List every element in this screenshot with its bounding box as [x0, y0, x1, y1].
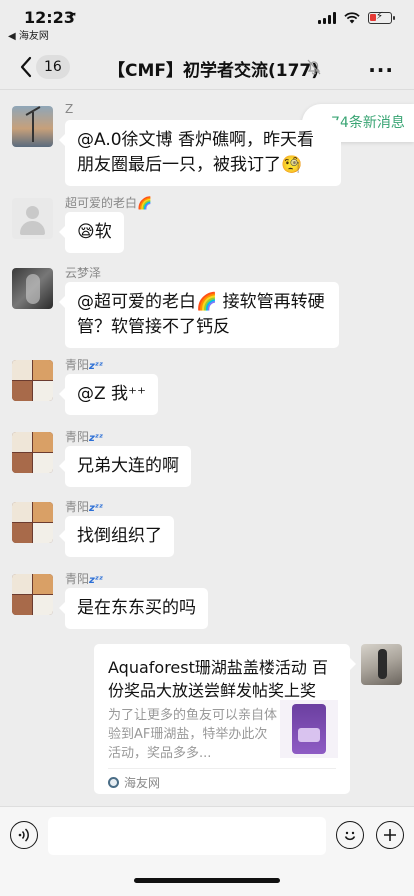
- new-messages-text: 74条新消息: [331, 115, 405, 131]
- sender-name: 青阳zᶻᶻ: [65, 500, 104, 514]
- source-logo-icon: [108, 777, 119, 788]
- avatar[interactable]: [12, 268, 53, 309]
- sender-name: 超可爱的老白🌈: [65, 196, 152, 210]
- link-card-description: 为了让更多的鱼友可以亲自体验到AF珊湖盐，特举办此次活动，奖品多多...: [108, 708, 278, 761]
- avatar[interactable]: [12, 360, 53, 401]
- message-bubble[interactable]: 😪软: [59, 212, 124, 253]
- link-card-source: 海友网: [108, 774, 160, 791]
- mute-bell-icon: [307, 59, 321, 75]
- link-card-source-name: 海友网: [124, 776, 161, 790]
- back-to-app-link[interactable]: ◀ 海友网: [8, 27, 49, 42]
- location-arrow-icon: ➚: [68, 9, 78, 22]
- divider: [108, 768, 336, 769]
- link-card-title: Aquaforest珊湖盐盖楼活动 百份奖品大放送尝鲜发帖奖上奖: [108, 658, 328, 700]
- avatar[interactable]: [12, 198, 53, 239]
- voice-icon[interactable]: [10, 821, 38, 849]
- chat-nav-bar: 16 【CMF】初学者交流(177) ···: [0, 44, 414, 90]
- plus-icon[interactable]: [376, 821, 404, 849]
- sleep-zzz-icon: zᶻᶻ: [89, 503, 104, 514]
- avatar[interactable]: [12, 574, 53, 615]
- sender-name: 青阳zᶻᶻ: [65, 430, 104, 444]
- message-bubble[interactable]: @A.0徐文博 香炉礁啊，昨天看朋友圈最后一只，被我订了🧐: [59, 120, 341, 186]
- battery-icon: ⚡: [368, 11, 395, 24]
- message-bubble[interactable]: 找倒组织了: [59, 516, 174, 557]
- home-indicator[interactable]: [134, 878, 280, 883]
- avatar[interactable]: [12, 432, 53, 473]
- wifi-icon: [344, 12, 360, 24]
- sleep-zzz-icon: zᶻᶻ: [89, 575, 104, 586]
- avatar[interactable]: [12, 502, 53, 543]
- sender-name: 青阳zᶻᶻ: [65, 358, 104, 372]
- cellular-signal-icon: [318, 12, 336, 24]
- unread-count-badge[interactable]: 16: [36, 55, 70, 79]
- message-bubble[interactable]: 是在东东买的吗: [59, 588, 208, 629]
- message-bubble[interactable]: @超可爱的老白🌈 接软管再转硬管？软管接不了钙反: [59, 282, 339, 348]
- link-card-thumbnail: [280, 700, 338, 758]
- chat-title: 【CMF】初学者交流(177): [108, 61, 320, 81]
- emoji-icon[interactable]: [336, 821, 364, 849]
- avatar[interactable]: [12, 106, 53, 147]
- more-options-icon[interactable]: ···: [368, 58, 394, 82]
- salt-bag-image: [292, 704, 326, 754]
- sender-name: 云梦泽: [65, 266, 102, 280]
- sleep-zzz-icon: zᶻᶻ: [89, 361, 104, 372]
- status-bar: 12:23 ➚ ◀ 海友网 ⚡: [0, 0, 414, 44]
- message-bubble[interactable]: @Z 我⁺⁺: [59, 374, 158, 415]
- message-input[interactable]: [48, 817, 326, 855]
- self-avatar[interactable]: [361, 644, 402, 685]
- sleep-zzz-icon: zᶻᶻ: [89, 433, 104, 444]
- sender-name: 青阳zᶻᶻ: [65, 572, 104, 586]
- link-card[interactable]: Aquaforest珊湖盐盖楼活动 百份奖品大放送尝鲜发帖奖上奖 为了让更多的鱼…: [94, 644, 356, 794]
- sender-name: Z: [65, 102, 74, 116]
- message-bubble[interactable]: 兄弟大连的啊: [59, 446, 191, 487]
